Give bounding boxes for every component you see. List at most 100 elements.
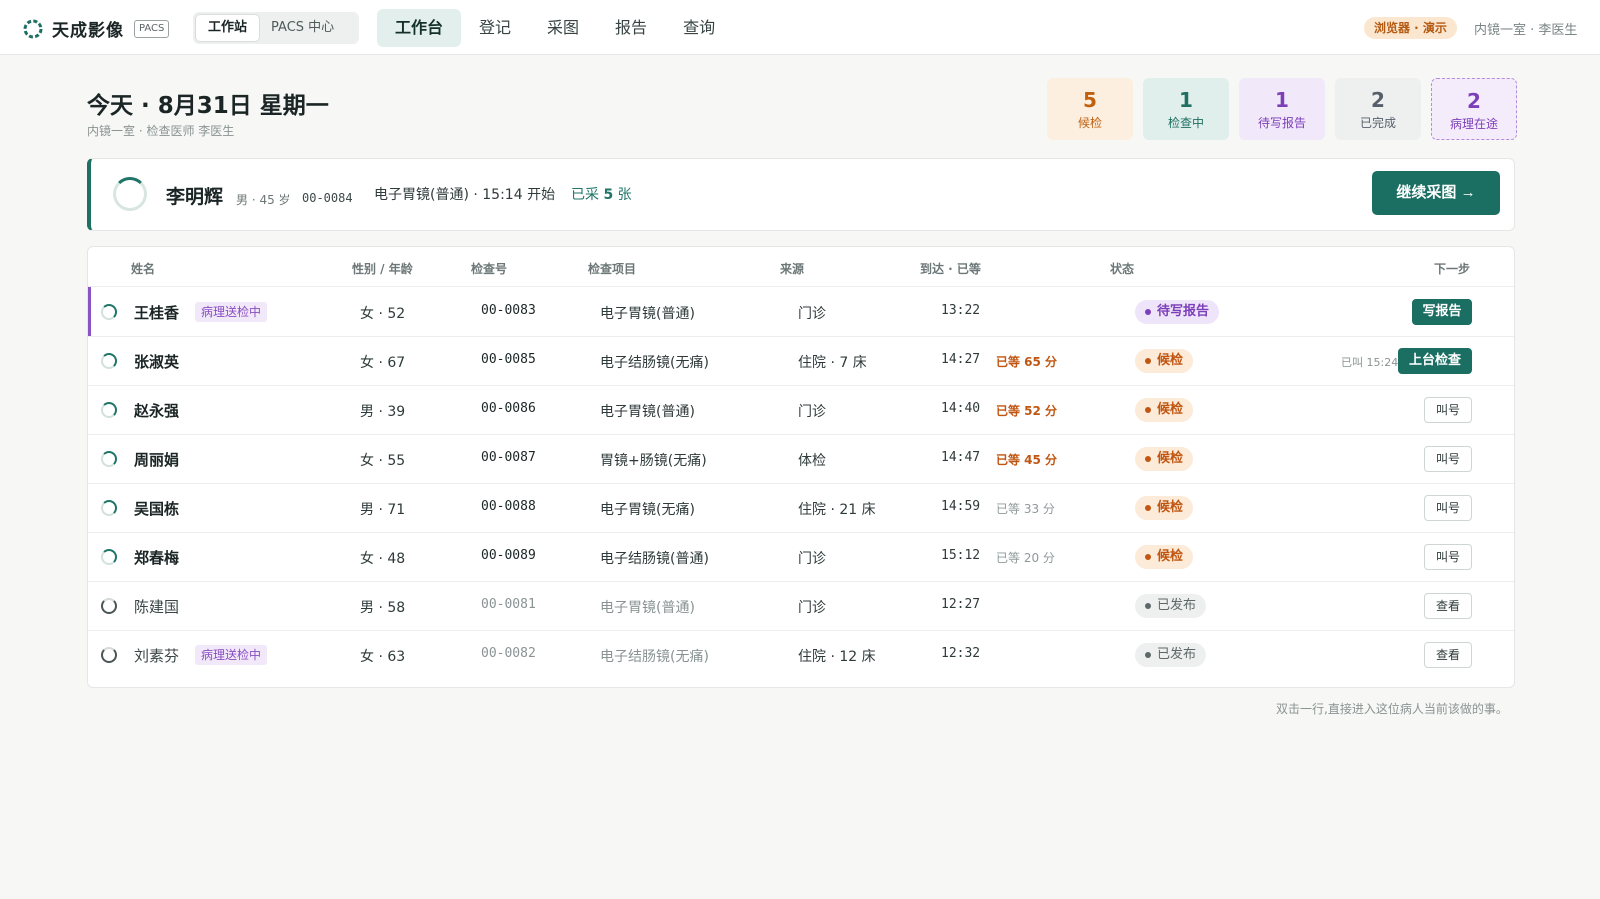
patient-name: 周丽娟 <box>134 451 180 469</box>
table-row[interactable]: 赵永强 男 · 39 00-0086 电子胃镜(普通) 门诊 14:40 已等 52 分 候检… <box>88 385 1514 435</box>
status-badge: 待写报告 <box>1135 300 1220 324</box>
row-action-button[interactable]: 写报告 <box>1412 299 1472 325</box>
stat-card[interactable]: 5 候检 <box>1047 78 1133 140</box>
exam-id: 00-0085 <box>481 352 536 367</box>
row-action-button[interactable]: 查看 <box>1424 642 1472 668</box>
patient-name: 刘素芬 <box>134 647 180 665</box>
pathology-tag: 病理送检中 <box>195 645 268 665</box>
exam-id: 00-0083 <box>481 303 536 318</box>
done-status-icon <box>101 647 117 663</box>
brand[interactable]: 天成影像 PACS <box>22 16 170 41</box>
patient-sex-age: 女 · 48 <box>360 551 406 567</box>
stat-card[interactable]: 2 病理在途 <box>1431 78 1517 140</box>
col-name[interactable]: 姓名 <box>131 260 155 277</box>
row-action-button[interactable]: 上台检查 <box>1398 348 1472 374</box>
patient-sex-age: 女 · 55 <box>360 453 406 469</box>
row-action-button[interactable]: 查看 <box>1424 593 1472 619</box>
status-badge: 候检 <box>1135 398 1194 422</box>
row-action-button[interactable]: 叫号 <box>1424 495 1472 521</box>
exam-id: 00-0087 <box>481 450 536 465</box>
row-action-button[interactable]: 叫号 <box>1424 446 1472 472</box>
wait-duration: 已等 65 分 <box>996 355 1058 369</box>
col-next-step[interactable]: 下一步 <box>1434 260 1470 277</box>
mode-pacs-center[interactable]: PACS 中心 <box>259 15 346 41</box>
pending-status-icon <box>101 500 117 516</box>
exam-item: 电子胃镜(普通) <box>600 306 695 322</box>
patient-name: 张淑英 <box>134 353 180 371</box>
pending-status-icon <box>101 402 117 418</box>
patient-name: 王桂香 <box>134 304 180 322</box>
pending-status-icon <box>101 353 117 369</box>
col-source[interactable]: 来源 <box>780 260 804 277</box>
top-bar: 天成影像 PACS 工作站 PACS 中心 工作台 登记 采图 报告 查询 浏览… <box>0 0 1600 55</box>
stat-count: 1 <box>1275 88 1289 112</box>
brand-name: 天成影像 <box>52 21 124 41</box>
arrival-time: 12:27 <box>941 597 981 612</box>
stat-card[interactable]: 1 检查中 <box>1143 78 1229 140</box>
pending-status-icon <box>101 549 117 565</box>
arrival-time: 14:27 <box>941 352 981 367</box>
mode-workstation[interactable]: 工作站 <box>196 15 260 41</box>
col-exam-id[interactable]: 检查号 <box>471 260 507 277</box>
arrival-time: 12:32 <box>941 646 981 661</box>
page-subtitle: 内镜一室 · 检查医师 李医生 <box>87 124 235 138</box>
page-title: 今天 · 8月31日 星期一 <box>87 93 329 119</box>
user-info[interactable]: 内镜一室 · 李医生 <box>1474 19 1577 38</box>
arrival-time: 14:40 <box>941 401 981 416</box>
stat-card[interactable]: 1 待写报告 <box>1239 78 1325 140</box>
col-status[interactable]: 状态 <box>1110 260 1134 277</box>
patient-sex-age: 女 · 52 <box>360 306 406 322</box>
status-badge: 候检 <box>1135 447 1194 471</box>
nav-report[interactable]: 报告 <box>597 9 665 47</box>
exam-id: 00-0088 <box>481 499 536 514</box>
current-patient-meta: 男 · 45 岁 <box>236 193 291 207</box>
arrival-time: 14:47 <box>941 450 981 465</box>
patient-source: 住院 · 7 床 <box>798 355 867 371</box>
current-patient-name: 李明辉 <box>166 186 224 208</box>
nav-workbench[interactable]: 工作台 <box>377 9 462 47</box>
exam-item: 电子结肠镜(普通) <box>600 551 709 567</box>
wait-duration: 已等 33 分 <box>996 502 1055 516</box>
exam-item: 电子结肠镜(无痛) <box>600 649 709 665</box>
patient-source: 门诊 <box>798 551 826 567</box>
pending-status-icon <box>101 304 117 320</box>
stat-count: 5 <box>1083 88 1097 112</box>
col-sex-age[interactable]: 性别 / 年龄 <box>352 260 413 277</box>
table-row[interactable]: 王桂香 病理送检中 女 · 52 00-0083 电子胃镜(普通) 门诊 13:22 待写报告… <box>88 287 1514 337</box>
patient-sex-age: 男 · 39 <box>360 404 406 420</box>
patient-sex-age: 女 · 63 <box>360 649 406 665</box>
mode-switch: 工作站 PACS 中心 <box>193 12 359 44</box>
nav-capture[interactable]: 采图 <box>529 9 597 47</box>
row-action-button[interactable]: 叫号 <box>1424 544 1472 570</box>
patient-name: 郑春梅 <box>134 549 180 567</box>
status-badge: 候检 <box>1135 349 1194 373</box>
table-row[interactable]: 陈建国 男 · 58 00-0081 电子胃镜(普通) 门诊 12:27 已发布 查看 <box>88 581 1514 631</box>
nav-register[interactable]: 登记 <box>461 9 529 47</box>
current-exam: 电子胃镜(普通) · 15:14 开始 <box>374 187 556 203</box>
continue-capture-button[interactable]: 继续采图 → <box>1372 171 1500 215</box>
captured-suffix: 张 <box>617 187 632 203</box>
patient-source: 门诊 <box>798 600 826 616</box>
col-arrival-wait[interactable]: 到达 · 已等 <box>920 260 981 277</box>
current-patient-id: 00-0084 <box>302 191 353 205</box>
wait-duration: 已等 52 分 <box>996 404 1058 418</box>
table-row[interactable]: 刘素芬 病理送检中 女 · 63 00-0082 电子结肠镜(无痛) 住院 · 12 床 1… <box>88 630 1514 680</box>
exam-id: 00-0089 <box>481 548 536 563</box>
nav-query[interactable]: 查询 <box>665 9 733 47</box>
captured-count: 已采 5 张 <box>571 184 632 204</box>
table-row[interactable]: 吴国栋 男 · 71 00-0088 电子胃镜(无痛) 住院 · 21 床 14:59 已等… <box>88 483 1514 533</box>
main-nav: 工作台 登记 采图 报告 查询 <box>377 9 733 47</box>
table-row[interactable]: 张淑英 女 · 67 00-0085 电子结肠镜(无痛) 住院 · 7 床 14:27 已等… <box>88 336 1514 386</box>
current-patient-card[interactable]: 李明辉 男 · 45 岁 00-0084 电子胃镜(普通) · 15:14 开始… <box>87 158 1515 231</box>
col-exam-item[interactable]: 检查项目 <box>588 260 636 277</box>
captured-number: 5 <box>603 187 614 203</box>
done-status-icon <box>101 598 117 614</box>
row-action-button[interactable]: 叫号 <box>1424 397 1472 423</box>
exam-item: 电子结肠镜(无痛) <box>600 355 709 371</box>
table-row[interactable]: 周丽娟 女 · 55 00-0087 胃镜+肠镜(无痛) 体检 14:47 已等 45 分 候… <box>88 434 1514 484</box>
stat-card[interactable]: 2 已完成 <box>1335 78 1421 140</box>
table-row[interactable]: 郑春梅 女 · 48 00-0089 电子结肠镜(普通) 门诊 15:12 已等 20 分 候… <box>88 532 1514 582</box>
patient-source: 住院 · 12 床 <box>798 649 876 665</box>
stat-label: 病理在途 <box>1449 117 1498 131</box>
arrival-time: 15:12 <box>941 548 981 563</box>
